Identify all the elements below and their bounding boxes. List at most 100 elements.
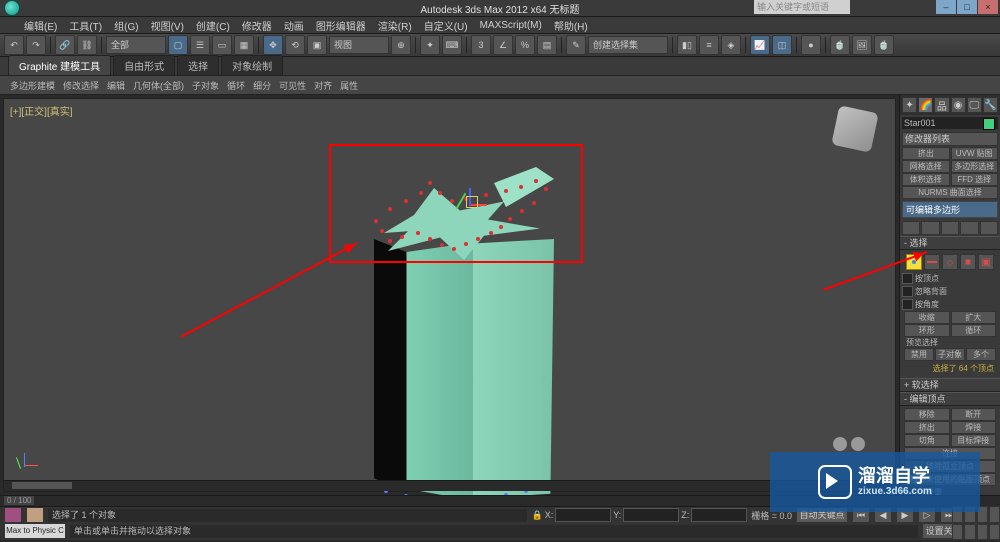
shrink-button[interactable]: 收缩: [904, 311, 950, 324]
viewcube[interactable]: [831, 105, 878, 152]
angle-snap-button[interactable]: ∠: [493, 35, 513, 55]
manipulate-button[interactable]: ✦: [420, 35, 440, 55]
menu-maxscript[interactable]: MAXScript(M): [476, 20, 546, 31]
mirror-button[interactable]: ▮▯: [677, 35, 697, 55]
x-coord-field[interactable]: [555, 508, 611, 522]
quick-btn-7[interactable]: NURMS 曲面选择: [902, 186, 998, 199]
ribbon-loops[interactable]: 循环: [225, 79, 247, 92]
subobj-element[interactable]: ▣: [978, 254, 994, 270]
named-sel-dropdown[interactable]: 创建选择集: [588, 36, 668, 54]
menu-animation[interactable]: 动画: [280, 18, 308, 33]
motion-tab[interactable]: ◉: [951, 97, 966, 113]
quick-btn-5[interactable]: 体积选择: [902, 173, 950, 186]
app-icon[interactable]: [4, 0, 20, 16]
chamfer-button[interactable]: 切角: [904, 434, 950, 447]
link-button[interactable]: 🔗: [55, 35, 75, 55]
quick-btn-1[interactable]: 挤出: [902, 147, 950, 160]
redo-button[interactable]: ↷: [26, 35, 46, 55]
unlink-button[interactable]: ⛓: [77, 35, 97, 55]
render-button[interactable]: 🍵: [874, 35, 894, 55]
menu-modifiers[interactable]: 修改器: [238, 18, 276, 33]
quick-btn-4[interactable]: 多边形选择: [951, 160, 999, 173]
maxscript-button[interactable]: Max to Physic C: [4, 523, 66, 539]
menu-rendering[interactable]: 渲染(R): [374, 18, 416, 33]
y-coord-field[interactable]: [623, 508, 679, 522]
ribbon-edit[interactable]: 编辑: [105, 79, 127, 92]
snap-toggle-button[interactable]: 3: [471, 35, 491, 55]
scale-button[interactable]: ▣: [307, 35, 327, 55]
ribbon-geometry[interactable]: 几何体(全部): [131, 79, 186, 92]
ribbon-subobj[interactable]: 子对象: [190, 79, 221, 92]
break-button[interactable]: 断开: [951, 408, 997, 421]
viewport-label[interactable]: [+][正交][真实]: [10, 103, 73, 118]
spinner-snap-button[interactable]: ▤: [537, 35, 557, 55]
extrude-button[interactable]: 挤出: [904, 421, 950, 434]
display-tab[interactable]: 🖵: [967, 97, 982, 113]
menu-tools[interactable]: 工具(T): [65, 18, 106, 33]
weld-button[interactable]: 焊接: [951, 421, 997, 434]
ref-coord-dropdown[interactable]: 视图: [329, 36, 389, 54]
ribbon-poly-modeling[interactable]: 多边形建模: [8, 79, 57, 92]
keyboard-shortcut-button[interactable]: ⌨: [442, 35, 462, 55]
menu-help[interactable]: 帮助(H): [550, 18, 592, 33]
z-coord-field[interactable]: [691, 508, 747, 522]
pan-button[interactable]: [964, 524, 975, 541]
show-result-button[interactable]: [921, 221, 939, 235]
target-weld-button[interactable]: 目标焊接: [951, 434, 997, 447]
ribbon-align[interactable]: 对齐: [312, 79, 334, 92]
ribbon-subdiv[interactable]: 细分: [251, 79, 273, 92]
by-angle-checkbox[interactable]: [902, 299, 913, 310]
tab-object-paint[interactable]: 对象绘制: [221, 55, 283, 75]
zoom-extents-all-button[interactable]: [989, 506, 1000, 523]
by-vertex-checkbox[interactable]: [902, 273, 913, 284]
help-search-input[interactable]: 输入关键字或短语: [754, 0, 850, 14]
rollout-soft-selection[interactable]: + 软选择: [900, 378, 1000, 392]
align-button[interactable]: ≡: [699, 35, 719, 55]
object-color-swatch[interactable]: [983, 118, 995, 130]
subobj-border[interactable]: ◇: [942, 254, 958, 270]
menu-view[interactable]: 视图(V): [147, 18, 188, 33]
create-tab[interactable]: ✦: [902, 97, 917, 113]
selection-filter-dropdown[interactable]: 全部: [106, 36, 166, 54]
utilities-tab[interactable]: 🔧: [983, 97, 998, 113]
preview-off-button[interactable]: 禁用: [904, 348, 934, 361]
schematic-view-button[interactable]: ◫: [772, 35, 792, 55]
object-name-field[interactable]: Star001: [902, 117, 998, 129]
layer-button[interactable]: ◈: [721, 35, 741, 55]
remove-mod-button[interactable]: [960, 221, 978, 235]
percent-snap-button[interactable]: %: [515, 35, 535, 55]
tab-graphite-modeling[interactable]: Graphite 建模工具: [8, 55, 111, 75]
move-button[interactable]: ✥: [263, 35, 283, 55]
preview-multi-button[interactable]: 多个: [966, 348, 996, 361]
edit-named-sel-button[interactable]: ✎: [566, 35, 586, 55]
pin-stack-button[interactable]: [902, 221, 920, 235]
rollout-edit-vertices[interactable]: - 编辑顶点: [900, 392, 1000, 406]
undo-button[interactable]: ↶: [4, 35, 24, 55]
fov-button[interactable]: [952, 524, 963, 541]
menu-graph-editors[interactable]: 图形编辑器: [312, 18, 370, 33]
stack-item-editpoly[interactable]: 可编辑多边形: [903, 202, 997, 217]
viewport[interactable]: [+][正交][真实]: [3, 98, 896, 492]
make-unique-button[interactable]: [941, 221, 959, 235]
remove-button[interactable]: 移除: [904, 408, 950, 421]
subobj-polygon[interactable]: ■: [960, 254, 976, 270]
grow-button[interactable]: 扩大: [951, 311, 997, 324]
ribbon-visibility[interactable]: 可见性: [277, 79, 308, 92]
window-crossing-button[interactable]: ▦: [234, 35, 254, 55]
hierarchy-tab[interactable]: 品: [934, 97, 949, 113]
ribbon-properties[interactable]: 属性: [338, 79, 360, 92]
loop-button[interactable]: 循环: [951, 324, 997, 337]
configure-sets-button[interactable]: [980, 221, 998, 235]
timeline-toggle[interactable]: [4, 507, 22, 523]
orbit-button[interactable]: [977, 524, 988, 541]
maximize-button[interactable]: □: [957, 0, 977, 14]
rotate-button[interactable]: ⟲: [285, 35, 305, 55]
minimize-button[interactable]: –: [936, 0, 956, 14]
select-region-button[interactable]: ▭: [212, 35, 232, 55]
modifier-list-dropdown[interactable]: 修改器列表: [902, 132, 998, 146]
preview-sub-button[interactable]: 子对象: [935, 348, 965, 361]
rollout-selection[interactable]: - 选择: [900, 236, 1000, 250]
use-pivot-button[interactable]: ⊕: [391, 35, 411, 55]
maximize-viewport-button[interactable]: [989, 524, 1000, 541]
select-button[interactable]: ▢: [168, 35, 188, 55]
